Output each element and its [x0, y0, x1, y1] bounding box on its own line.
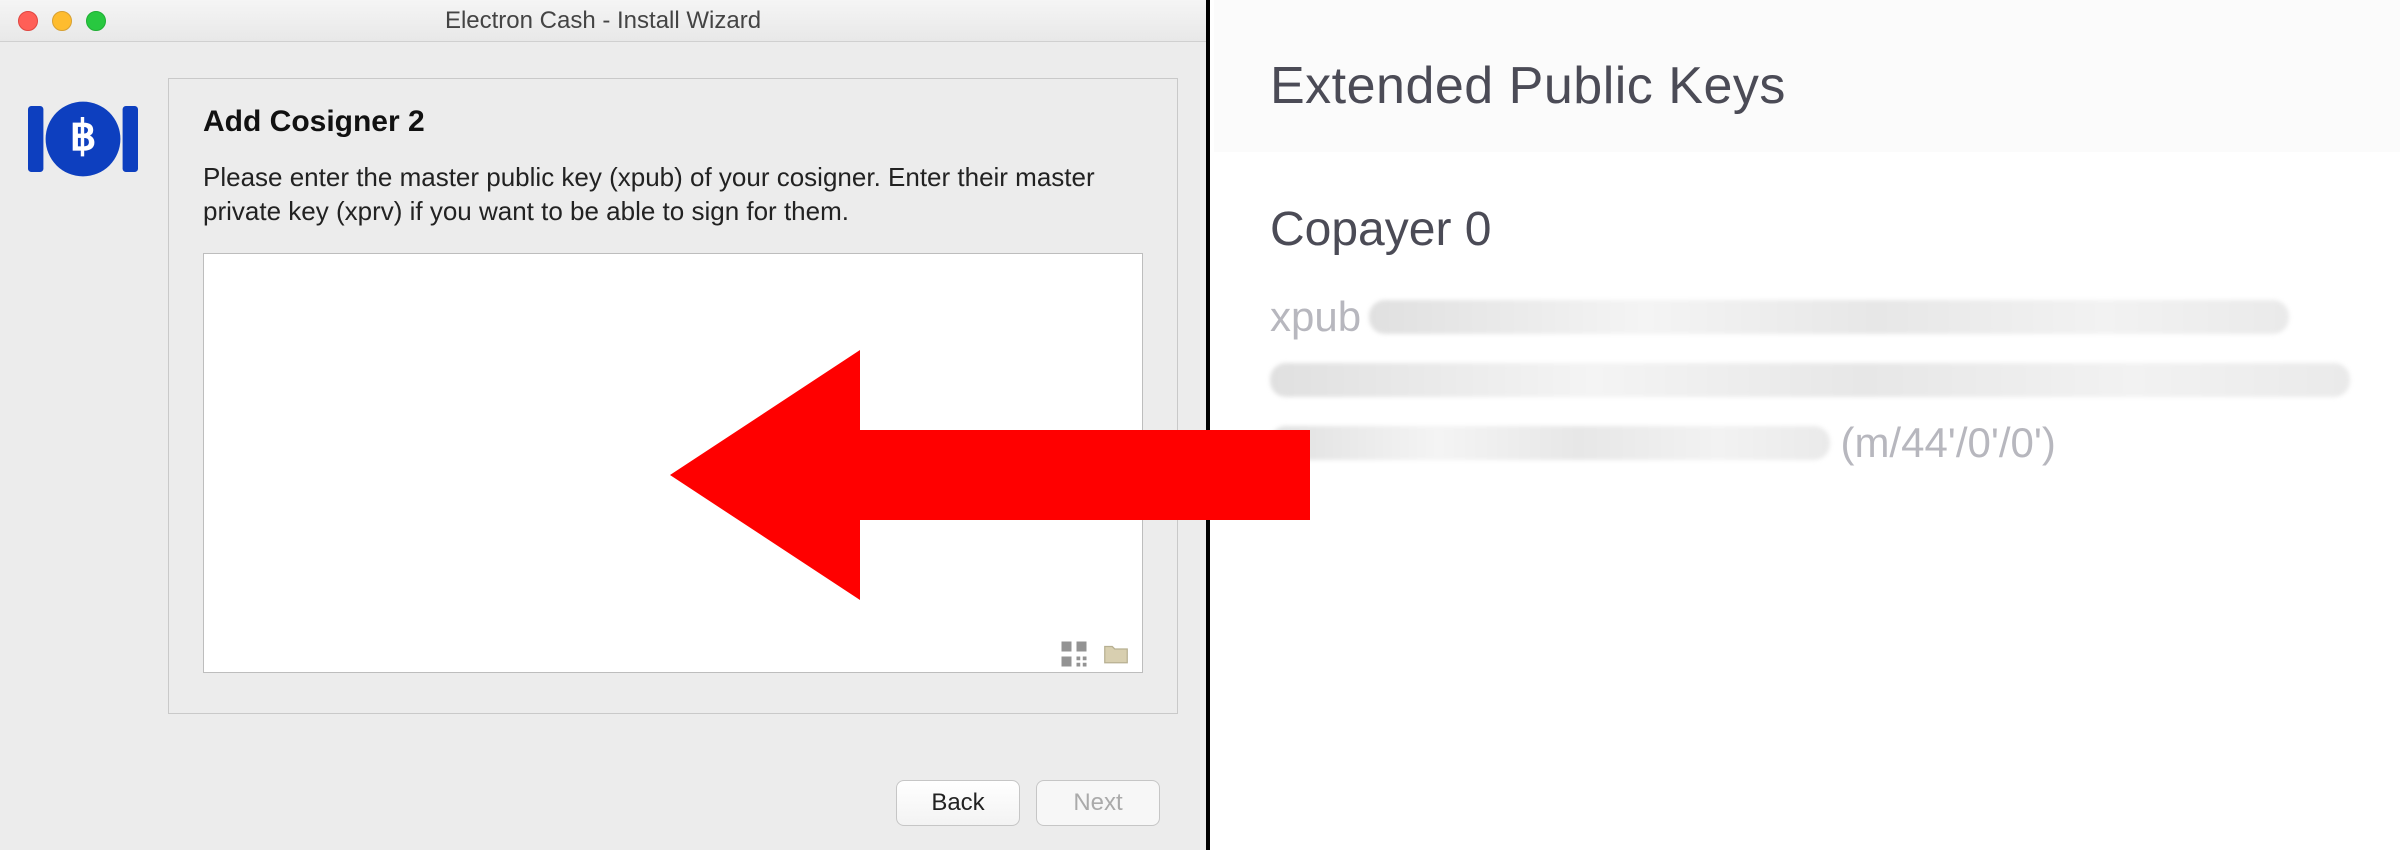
section-title: Extended Public Keys	[1214, 0, 2400, 152]
derivation-row: (m/44'/0'/0')	[1270, 419, 2360, 467]
app-logo-icon: ฿	[28, 78, 138, 714]
qr-code-icon[interactable]	[1059, 639, 1089, 669]
wizard-buttons: Back Next	[896, 780, 1160, 826]
copayer-label: Copayer 0	[1270, 202, 2360, 257]
copayer-card: Copayer 0 xpub (m/44'/0'/0')	[1214, 152, 2400, 507]
window-controls	[18, 11, 106, 31]
wizard-heading: Add Cosigner 2	[203, 105, 1143, 139]
wizard-panel: Add Cosigner 2 Please enter the master p…	[168, 78, 1178, 714]
redacted-xpub-part-1	[1369, 300, 2289, 334]
next-button[interactable]: Next	[1036, 780, 1160, 826]
back-button[interactable]: Back	[896, 780, 1020, 826]
svg-text:฿: ฿	[70, 112, 97, 159]
xpub-prefix: xpub	[1270, 293, 1361, 341]
minimize-icon[interactable]	[52, 11, 72, 31]
wizard-description: Please enter the master public key (xpub…	[203, 161, 1143, 229]
redacted-xpub-part-2	[1270, 363, 2350, 397]
folder-icon[interactable]	[1101, 639, 1131, 669]
electron-cash-window: Electron Cash - Install Wizard ฿ Add Cos…	[0, 0, 1210, 850]
derivation-path: (m/44'/0'/0')	[1840, 419, 2055, 467]
extended-public-keys-panel: Extended Public Keys Copayer 0 xpub (m/4…	[1214, 0, 2400, 850]
titlebar: Electron Cash - Install Wizard	[0, 0, 1206, 42]
maximize-icon[interactable]	[86, 11, 106, 31]
xpub-input[interactable]	[203, 253, 1143, 673]
xpub-row: xpub	[1270, 293, 2360, 341]
input-tools	[1059, 639, 1131, 669]
close-icon[interactable]	[18, 11, 38, 31]
redacted-xpub-part-3	[1270, 426, 1830, 460]
window-title: Electron Cash - Install Wizard	[445, 7, 761, 35]
